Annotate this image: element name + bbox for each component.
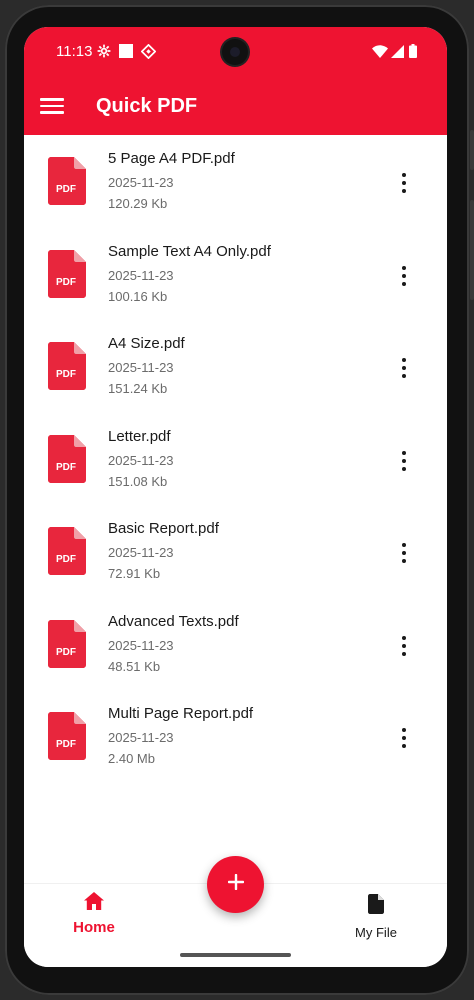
front-camera (222, 39, 248, 65)
hamburger-menu-icon[interactable] (40, 95, 64, 115)
more-options-icon[interactable] (394, 356, 414, 380)
file-name: A4 Size.pdf (108, 335, 185, 352)
svg-text:PDF: PDF (56, 184, 76, 195)
file-list-item[interactable]: PDF Advanced Texts.pdf 2025-11-23 48.51 … (24, 598, 447, 688)
pdf-file-icon: PDF (48, 527, 86, 575)
signal-icon (390, 43, 404, 59)
pdf-file-icon: PDF (48, 619, 86, 668)
file-size: 72.91 Kb (108, 566, 161, 581)
more-options-icon[interactable] (394, 634, 414, 658)
file-size: 151.24 Kb (108, 381, 168, 396)
pdf-file-icon: PDF (48, 249, 86, 298)
file-name: Basic Report.pdf (108, 520, 219, 537)
page-title: Quick PDF (96, 95, 198, 117)
more-options-icon[interactable] (394, 726, 414, 750)
more-options-icon[interactable] (394, 171, 414, 195)
svg-text:PDF: PDF (56, 369, 76, 380)
file-date: 2025-11-23 (108, 360, 174, 375)
status-time: 11:13 (56, 43, 93, 60)
battery-icon (408, 43, 418, 59)
file-date: 2025-11-23 (108, 175, 174, 190)
pdf-file-icon: PDF (48, 157, 86, 205)
diamond-icon (140, 43, 156, 59)
screen: 11:13 Quick PDF PDF 5 Page A4 PDF.pdf 20… (24, 27, 447, 967)
volume-button (470, 130, 474, 170)
pdf-file-icon: PDF (48, 434, 86, 483)
file-list-item[interactable]: PDF Multi Page Report.pdf 2025-11-23 2.4… (24, 690, 447, 780)
file-list-item[interactable]: PDF Basic Report.pdf 2025-11-23 72.91 Kb (24, 505, 447, 595)
pdf-file-icon: PDF (48, 342, 86, 390)
file-size: 120.29 Kb (108, 196, 168, 211)
file-list-item[interactable]: PDF 5 Page A4 PDF.pdf 2025-11-23 120.29 … (24, 135, 447, 225)
file-name: Multi Page Report.pdf (108, 705, 254, 722)
pdf-file-icon: PDF (48, 712, 86, 760)
file-size: 48.51 Kb (108, 658, 161, 674)
file-name: 5 Page A4 PDF.pdf (108, 150, 235, 167)
status-bar: 11:13 (24, 27, 447, 77)
file-name: Sample Text A4 Only.pdf (108, 242, 271, 260)
file-date: 2025-11-23 (108, 452, 174, 468)
file-icon (368, 894, 384, 919)
file-name: Letter.pdf (108, 427, 171, 445)
file-size: 2.40 Mb (108, 751, 155, 766)
nav-my-file-label: My File (355, 925, 397, 940)
svg-text:PDF: PDF (56, 554, 76, 565)
home-icon (84, 892, 104, 915)
file-date: 2025-11-23 (108, 730, 174, 745)
more-options-icon[interactable] (394, 449, 414, 473)
nav-home-label: Home (73, 919, 115, 936)
file-size: 151.08 Kb (108, 473, 168, 489)
file-size: 100.16 Kb (108, 288, 168, 304)
svg-text:PDF: PDF (56, 647, 76, 658)
app-bar: 11:13 Quick PDF (24, 27, 447, 135)
file-date: 2025-11-23 (108, 267, 174, 283)
nav-my-file[interactable]: My File (346, 894, 406, 940)
gesture-bar (180, 953, 291, 957)
add-file-button[interactable] (207, 856, 264, 913)
gear-icon (96, 43, 112, 59)
file-list-item[interactable]: PDF Letter.pdf 2025-11-23 151.08 Kb (24, 413, 447, 503)
power-button (470, 200, 474, 300)
file-list-item[interactable]: PDF A4 Size.pdf 2025-11-23 151.24 Kb (24, 320, 447, 410)
file-date: 2025-11-23 (108, 545, 174, 560)
svg-text:PDF: PDF (56, 277, 76, 288)
svg-text:PDF: PDF (56, 462, 76, 473)
square-icon (118, 43, 134, 59)
more-options-icon[interactable] (394, 264, 414, 288)
nav-home[interactable]: Home (68, 892, 120, 936)
file-date: 2025-11-23 (108, 637, 174, 653)
file-name: Advanced Texts.pdf (108, 612, 239, 630)
file-list-item[interactable]: PDF Sample Text A4 Only.pdf 2025-11-23 1… (24, 228, 447, 318)
svg-text:PDF: PDF (56, 739, 76, 750)
plus-icon (227, 873, 244, 895)
wifi-icon (371, 43, 389, 59)
more-options-icon[interactable] (394, 541, 414, 565)
